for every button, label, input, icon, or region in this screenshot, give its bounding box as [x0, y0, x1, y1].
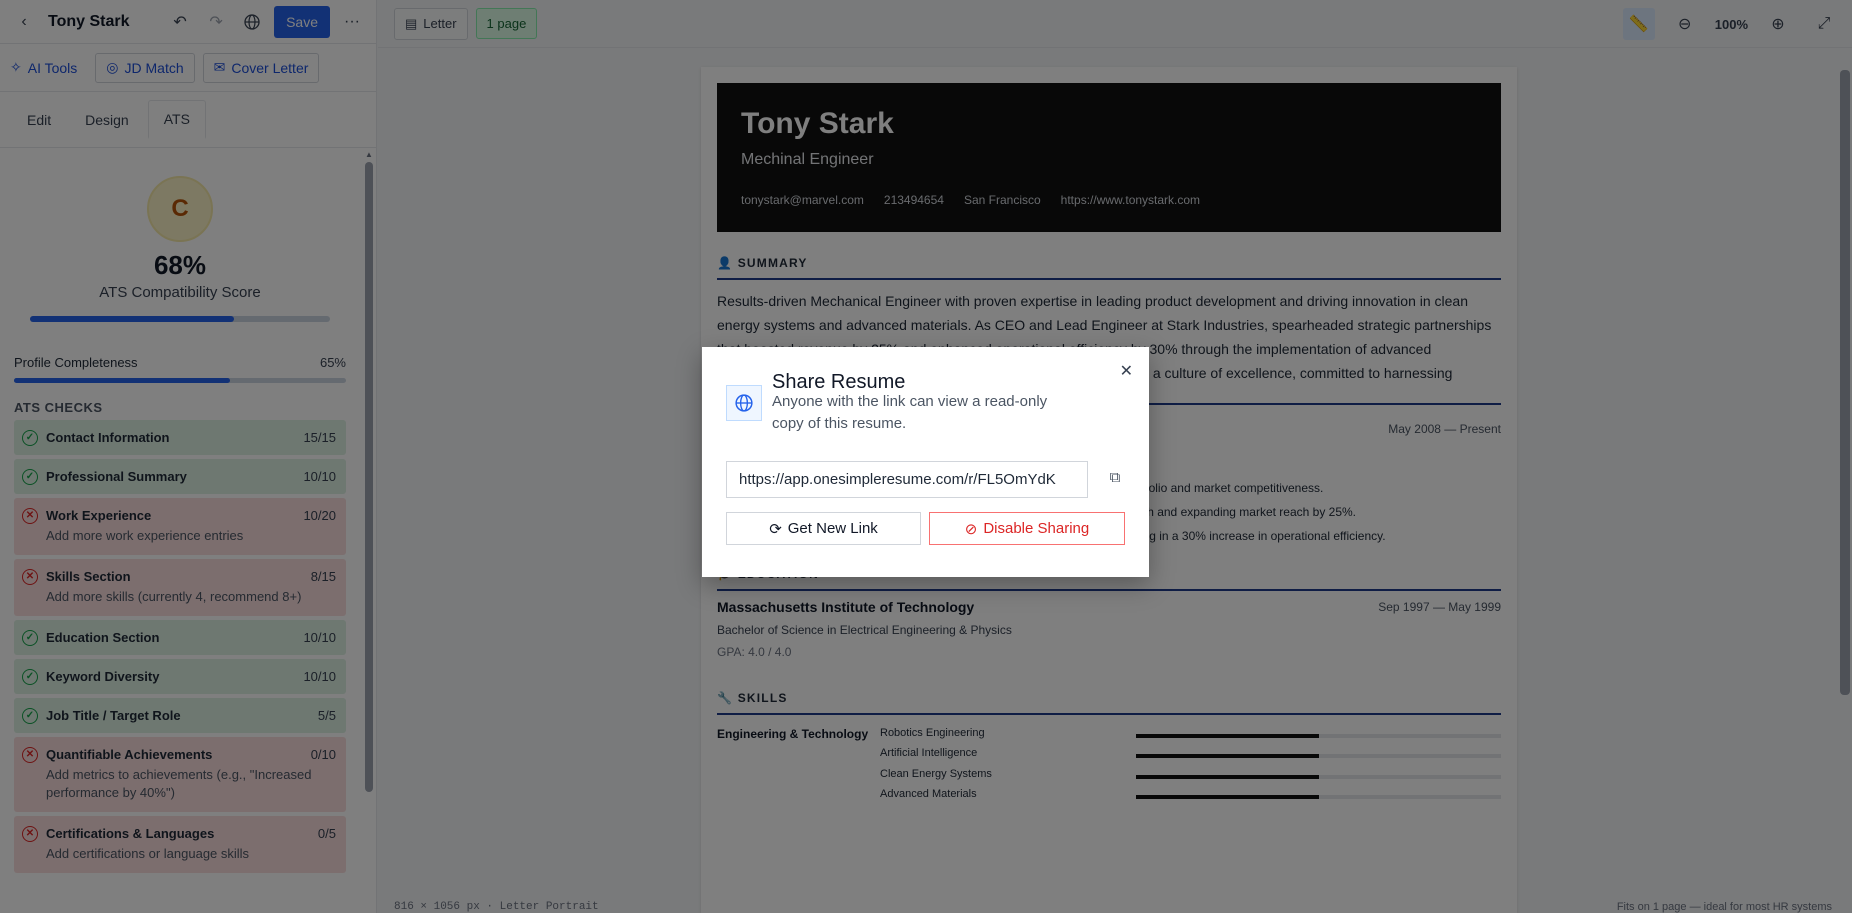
share-link-field[interactable]: [726, 461, 1088, 498]
disable-sharing-button[interactable]: ⊘ Disable Sharing: [929, 512, 1125, 545]
share-modal-description: Anyone with the link can view a read-onl…: [772, 393, 1048, 432]
share-modal: Share Resume Anyone with the link can vi…: [702, 347, 1149, 577]
disable-icon: ⊘: [964, 520, 978, 538]
refresh-icon: ⟳: [769, 520, 782, 538]
share-modal-icon: [726, 385, 762, 421]
globe-icon: [735, 394, 753, 412]
copy-link-button[interactable]: ⧉: [1105, 469, 1125, 489]
copy-icon: ⧉: [1109, 469, 1121, 486]
get-new-link-label: Get New Link: [787, 520, 878, 537]
disable-sharing-label: Disable Sharing: [983, 520, 1090, 537]
get-new-link-button[interactable]: ⟳ Get New Link: [726, 512, 921, 545]
close-icon: ✕: [1119, 363, 1133, 380]
close-button[interactable]: ✕: [1120, 361, 1133, 381]
